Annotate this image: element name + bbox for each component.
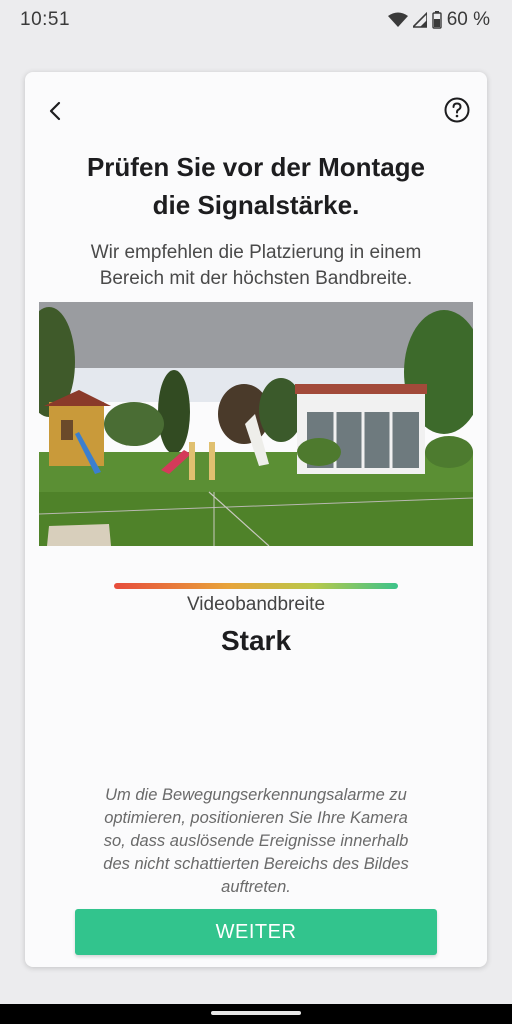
bandwidth-label: Videobandbreite	[186, 594, 326, 615]
camera-preview-image	[39, 302, 473, 546]
navigation-bar	[0, 1004, 512, 1024]
status-bar: 10:51 60 %	[0, 0, 512, 40]
home-gesture-handle[interactable]	[211, 1011, 301, 1015]
signal-icon	[412, 12, 427, 28]
chevron-left-icon	[49, 101, 61, 121]
battery-percent: 60 %	[446, 9, 490, 30]
status-time: 10:51	[20, 9, 71, 30]
help-button[interactable]	[443, 96, 471, 124]
status-icons: 60 %	[387, 9, 490, 31]
title-line: die Signalstärke.	[152, 190, 360, 220]
note-line: so, dass auslösende Ereignisse innerhalb	[103, 832, 409, 850]
setup-card: Prüfen Sie vor der Montage die Signalstä…	[25, 72, 487, 967]
bandwidth-meter	[114, 583, 398, 589]
page-title: Prüfen Sie vor der Montage die Signalstä…	[25, 148, 487, 224]
continue-button[interactable]: WEITER	[75, 909, 437, 955]
title-line: Prüfen Sie vor der Montage	[86, 152, 426, 182]
help-circle-icon	[444, 97, 470, 123]
wifi-icon	[387, 12, 408, 27]
note-line: auftreten.	[221, 878, 291, 896]
page-subtitle: Wir empfehlen die Platzierung in einem B…	[25, 240, 487, 292]
bandwidth-value: Stark	[220, 625, 292, 656]
note-line: des nicht schattierten Bereichs des Bild…	[103, 855, 409, 873]
subtitle-line: Wir empfehlen die Platzierung in einem	[90, 242, 422, 263]
note-line: Um die Bewegungserkennungsalarme zu	[105, 786, 407, 804]
subtitle-line: Bereich mit der höchsten Bandbreite.	[99, 268, 413, 289]
note-line: optimieren, positionieren Sie Ihre Kamer…	[104, 809, 408, 827]
back-button[interactable]	[41, 96, 71, 126]
battery-icon	[431, 11, 442, 29]
motion-detection-note: Um die Bewegungserkennungsalarme zu opti…	[79, 784, 433, 899]
